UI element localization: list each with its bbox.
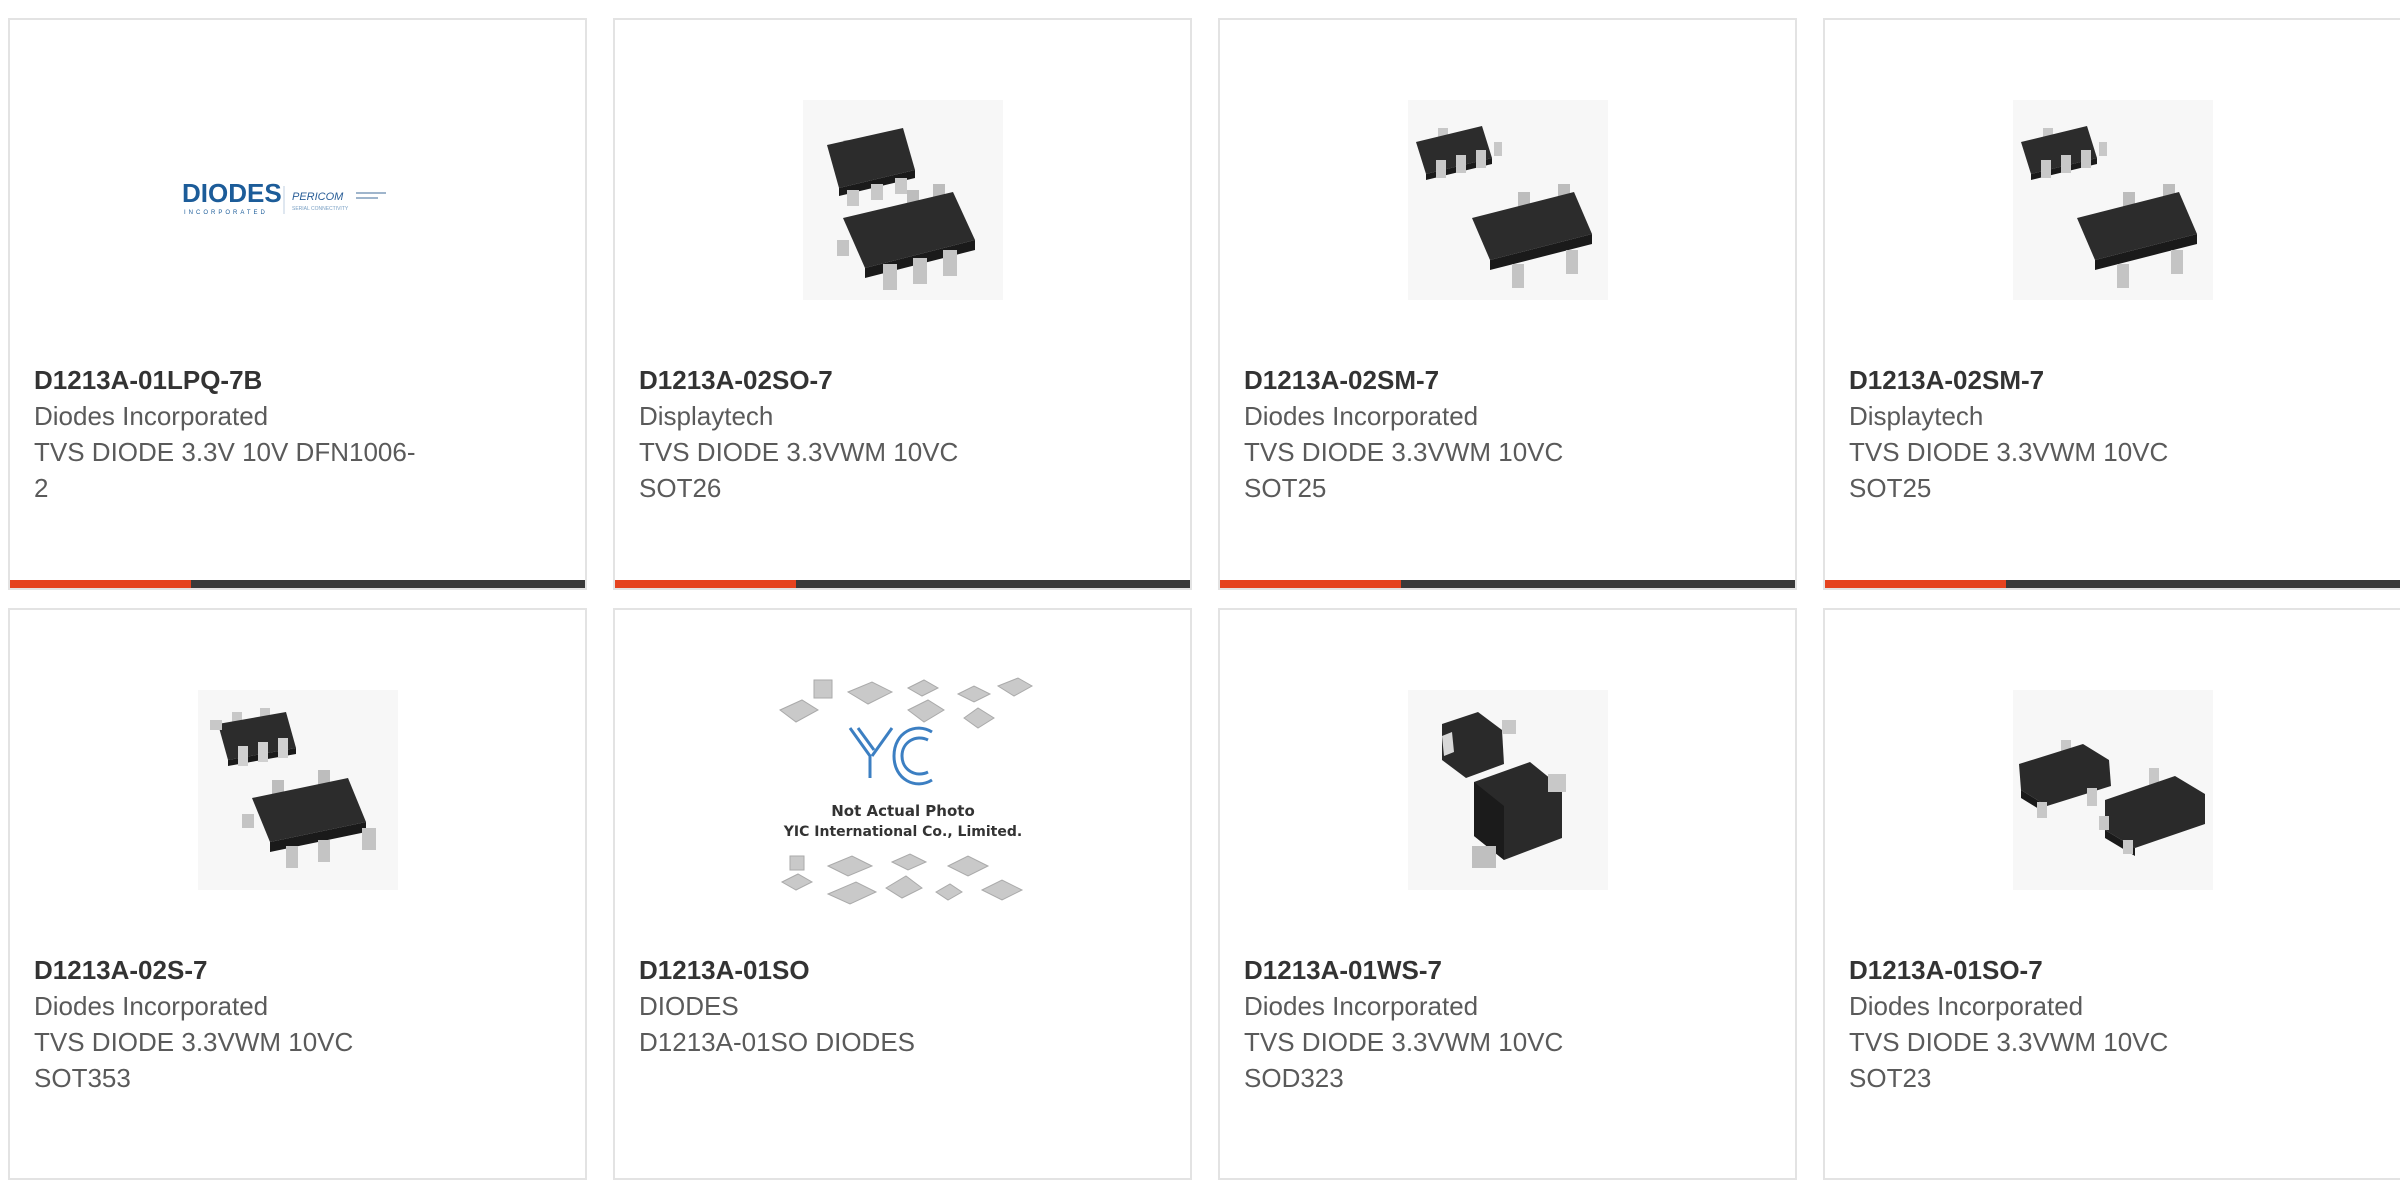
card-accent-bar	[615, 580, 797, 588]
product-description: TVS DIODE 3.3VWM 10VC	[1244, 1027, 1564, 1057]
svg-text:Not Actual Photo: Not Actual Photo	[831, 802, 975, 820]
card-bottom-bar	[1825, 580, 2400, 588]
product-card[interactable]: Not Actual Photo YIC International Co., …	[613, 608, 1192, 1180]
product-card[interactable]: DIODES INCORPORATED PERICOM SERIAL CONNE…	[8, 18, 587, 590]
product-card[interactable]: D1213A-02S-7 Diodes Incorporated TVS DIO…	[8, 608, 587, 1180]
product-description: TVS DIODE 3.3VWM 10VC	[639, 437, 959, 467]
product-image[interactable]	[615, 80, 1190, 320]
card-accent-bar	[1825, 580, 2007, 588]
product-image[interactable]	[10, 670, 585, 910]
card-bottom-bar	[10, 580, 585, 588]
card-bottom-bar	[615, 580, 1190, 588]
part-number-link[interactable]: D1213A-02SM-7	[1849, 362, 2279, 398]
part-number-link[interactable]: D1213A-02SM-7	[1244, 362, 1674, 398]
sot26-package-icon	[802, 100, 1003, 300]
manufacturer-name: DIODES	[639, 991, 739, 1021]
part-number-link[interactable]: D1213A-01LPQ-7B	[34, 362, 464, 398]
product-image[interactable]	[1825, 670, 2400, 910]
product-description-continued: 2	[34, 473, 49, 503]
svg-text:SERIAL CONNECTIVITY: SERIAL CONNECTIVITY	[292, 206, 349, 212]
manufacturer-name: Diodes Incorporated	[1244, 401, 1479, 431]
product-description: TVS DIODE 3.3V 10V DFN1006-	[34, 437, 416, 467]
sot25-package-icon	[1407, 100, 1608, 300]
sot25-package-icon	[2012, 100, 2213, 300]
part-number-link[interactable]: D1213A-02SO-7	[639, 362, 1069, 398]
product-description: TVS DIODE 3.3VWM 10VC	[34, 1027, 354, 1057]
svg-text:YIC International Co., Limited: YIC International Co., Limited.	[782, 824, 1021, 840]
sot23-package-icon	[2012, 690, 2213, 890]
manufacturer-name: Displaytech	[1849, 401, 1984, 431]
card-bottom-bar	[1220, 580, 1795, 588]
product-description-continued: SOD323	[1244, 1063, 1344, 1093]
product-description: TVS DIODE 3.3VWM 10VC	[1849, 1027, 2169, 1057]
manufacturer-name: Displaytech	[639, 401, 774, 431]
product-image[interactable]	[1220, 670, 1795, 910]
product-description-continued: SOT26	[639, 473, 722, 503]
sod323-package-icon	[1407, 690, 1608, 890]
product-description: TVS DIODE 3.3VWM 10VC	[1849, 437, 2169, 467]
product-description-continued: SOT25	[1849, 473, 1932, 503]
sot353-package-icon	[197, 690, 398, 890]
product-card[interactable]: D1213A-02SO-7 Displaytech TVS DIODE 3.3V…	[613, 18, 1192, 590]
product-image[interactable]	[1220, 80, 1795, 320]
part-number-link[interactable]: D1213A-01SO-7	[1849, 952, 2279, 988]
product-image[interactable]	[1825, 80, 2400, 320]
manufacturer-name: Diodes Incorporated	[34, 991, 269, 1021]
card-accent-bar	[1220, 580, 1402, 588]
part-number-link[interactable]: D1213A-01WS-7	[1244, 952, 1674, 988]
product-image[interactable]: Not Actual Photo YIC International Co., …	[615, 670, 1190, 910]
manufacturer-name: Diodes Incorporated	[1244, 991, 1479, 1021]
product-card[interactable]: D1213A-02SM-7 Displaytech TVS DIODE 3.3V…	[1823, 18, 2400, 590]
svg-text:INCORPORATED: INCORPORATED	[184, 210, 268, 216]
product-description-continued: SOT23	[1849, 1063, 1932, 1093]
part-number-link[interactable]: D1213A-02S-7	[34, 952, 464, 988]
product-description-continued: SOT25	[1244, 473, 1327, 503]
svg-text:PERICOM: PERICOM	[292, 191, 344, 203]
product-description: TVS DIODE 3.3VWM 10VC	[1244, 437, 1564, 467]
part-number-link[interactable]: D1213A-01SO	[639, 952, 1069, 988]
svg-text:DIODES: DIODES	[182, 178, 282, 208]
product-card[interactable]: D1213A-02SM-7 Diodes Incorporated TVS DI…	[1218, 18, 1797, 590]
product-description: D1213A-01SO DIODES	[639, 1027, 916, 1057]
diodes-pericom-logo-icon: DIODES INCORPORATED PERICOM SERIAL CONNE…	[182, 178, 386, 216]
yic-placeholder-image-icon: Not Actual Photo YIC International Co., …	[778, 677, 1033, 905]
product-card[interactable]: D1213A-01SO-7 Diodes Incorporated TVS DI…	[1823, 608, 2400, 1180]
manufacturer-name: Diodes Incorporated	[34, 401, 269, 431]
product-description-continued: SOT353	[34, 1063, 131, 1093]
product-grid: DIODES INCORPORATED PERICOM SERIAL CONNE…	[8, 18, 2400, 1180]
product-card[interactable]: D1213A-01WS-7 Diodes Incorporated TVS DI…	[1218, 608, 1797, 1180]
product-image[interactable]: DIODES INCORPORATED PERICOM SERIAL CONNE…	[10, 80, 585, 320]
card-accent-bar	[10, 580, 192, 588]
manufacturer-name: Diodes Incorporated	[1849, 991, 2084, 1021]
